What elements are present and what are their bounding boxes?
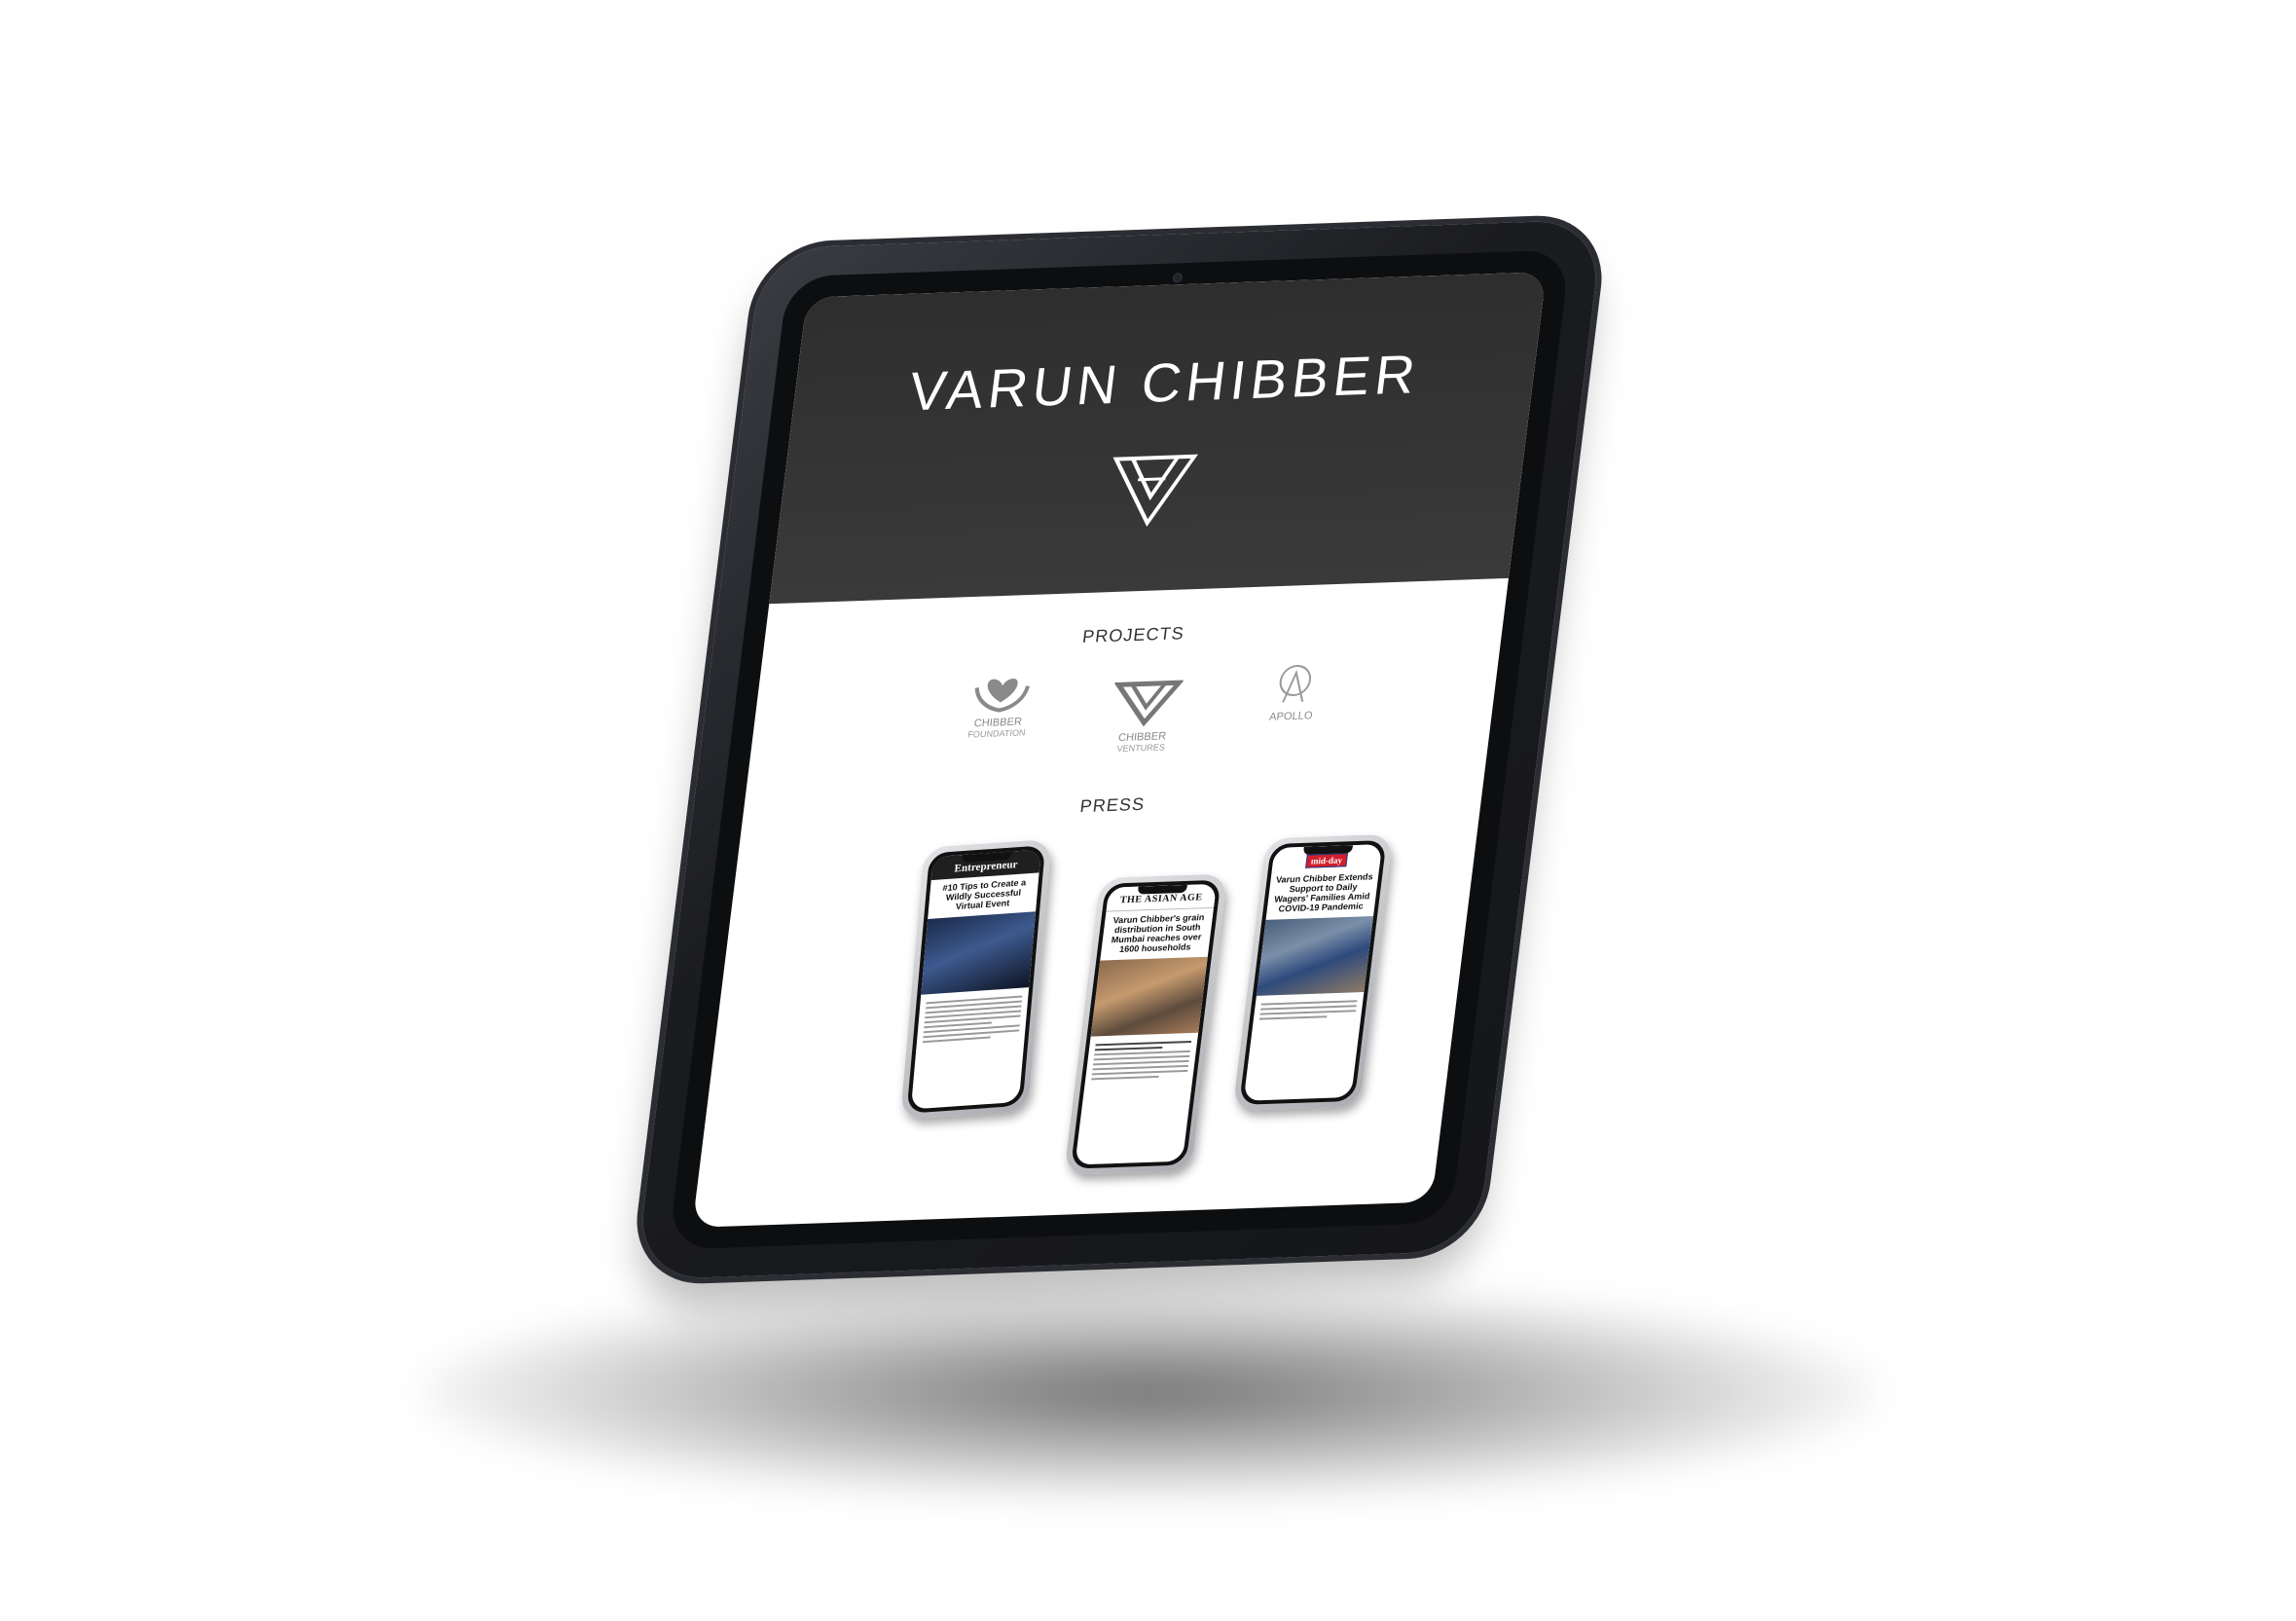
press-heading: PRESS (1078, 793, 1147, 817)
circle-a-icon (1279, 665, 1312, 703)
camera-icon (1172, 273, 1184, 283)
triangle-v-icon (1113, 680, 1184, 727)
project-chibber-foundation[interactable]: CHIBBER FOUNDATION (935, 671, 1062, 753)
press-photo (1090, 956, 1208, 1037)
press-headline: #10 Tips to Create a Wildly Successful V… (942, 877, 1027, 912)
press-body-text (1253, 994, 1364, 1026)
phone-bezel: mid-day Varun Chibber Extends Support to… (1239, 839, 1387, 1105)
phone-screen: Entrepreneur #10 Tips to Create a Wildly… (910, 849, 1041, 1110)
press-body-text (916, 989, 1029, 1050)
press-body-text (1084, 1035, 1198, 1087)
tablet-screen: VARUN CHIBBER PROJECTS CHIBBER FOUNDATIO… (692, 272, 1547, 1228)
project-chibber-ventures[interactable]: CHIBBER VENTURES (1072, 676, 1219, 758)
phone-bezel: Entrepreneur #10 Tips to Create a Wildly… (906, 845, 1046, 1114)
projects-row: CHIBBER FOUNDATION CHIBBER VENTURES APOL… (748, 656, 1499, 769)
press-photo (1256, 916, 1374, 996)
scene: VARUN CHIBBER PROJECTS CHIBBER FOUNDATIO… (0, 0, 2296, 1621)
project-apollo[interactable]: APOLLO (1229, 661, 1356, 743)
projects-heading: PROJECTS (1081, 623, 1186, 646)
floor-shadow (419, 1285, 1878, 1499)
press-photo (921, 911, 1037, 995)
press-masthead: mid-day (1305, 853, 1349, 868)
hero-title: VARUN CHIBBER (905, 343, 1424, 423)
project-name: APOLLO (1268, 710, 1314, 723)
press-card-asian-age[interactable]: THE ASIAN AGE Varun Chibber's grain dist… (1064, 873, 1228, 1175)
press-headline: Varun Chibber's grain distribution in So… (1111, 912, 1206, 954)
vc-logo-icon (1112, 454, 1199, 528)
press-card-entrepreneur[interactable]: Entrepreneur #10 Tips to Create a Wildly… (899, 838, 1052, 1121)
phone-screen: mid-day Varun Chibber Extends Support to… (1243, 844, 1383, 1101)
press-card-midday[interactable]: mid-day Varun Chibber Extends Support to… (1232, 833, 1394, 1112)
press-headline: Varun Chibber Extends Support to Daily W… (1273, 871, 1374, 914)
phone-bezel: THE ASIAN AGE Varun Chibber's grain dist… (1070, 879, 1221, 1169)
tablet-device: VARUN CHIBBER PROJECTS CHIBBER FOUNDATIO… (635, 219, 1604, 1280)
hands-heart-icon (974, 679, 1030, 713)
hero-banner: VARUN CHIBBER (769, 272, 1547, 605)
phone-screen: THE ASIAN AGE Varun Chibber's grain dist… (1075, 883, 1218, 1165)
